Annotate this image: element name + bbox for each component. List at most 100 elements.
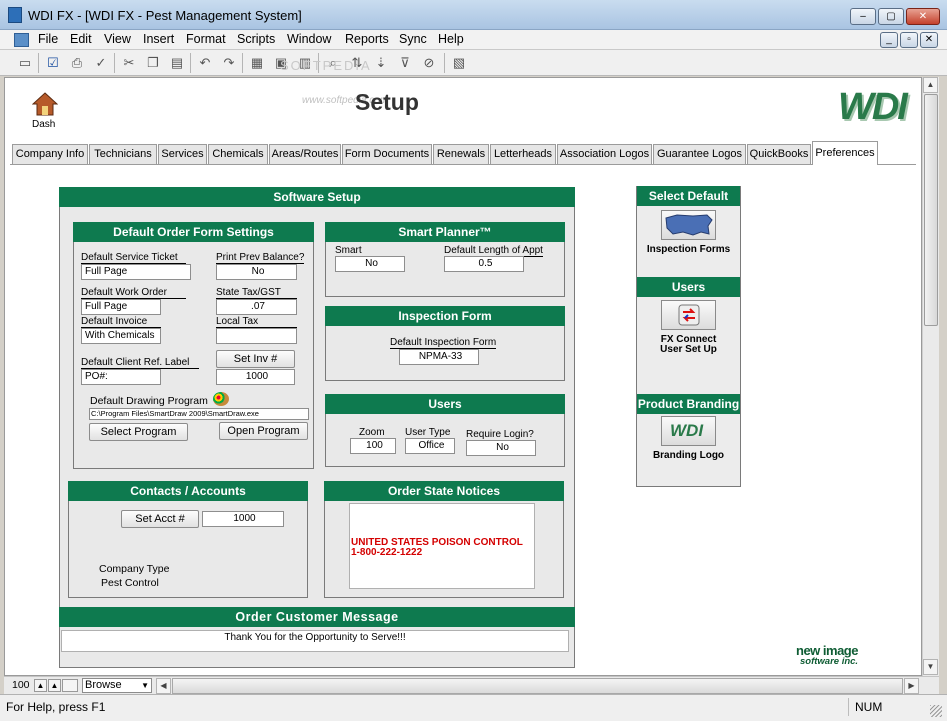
tab-technicians[interactable]: Technicians: [89, 144, 157, 164]
scroll-right-icon[interactable]: ▶: [904, 678, 919, 694]
tab-services[interactable]: Services: [158, 144, 207, 164]
menu-reports[interactable]: Reports: [341, 32, 393, 46]
omit-icon[interactable]: ⊘: [420, 54, 438, 72]
zoom-in-icon[interactable]: ▲: [48, 679, 61, 692]
inv-number-field[interactable]: 1000: [216, 369, 295, 385]
invoice-field[interactable]: With Chemicals: [81, 328, 161, 344]
close-button[interactable]: ✕: [906, 8, 940, 25]
window-title: WDI FX - [WDI FX - Pest Management Syste…: [28, 8, 302, 23]
set-inv-button[interactable]: Set Inv #: [216, 350, 295, 368]
menu-edit[interactable]: Edit: [66, 32, 96, 46]
print-prev-balance-field[interactable]: No: [216, 264, 297, 280]
minimize-button[interactable]: –: [850, 8, 876, 25]
users-settings-title: Users: [325, 394, 565, 414]
new-layout-icon[interactable]: ▦: [248, 54, 266, 72]
tab-chemicals[interactable]: Chemicals: [208, 144, 268, 164]
bottom-bar: 100 ▲ ▲ Browse ▼ ◀ ▶: [4, 676, 939, 694]
maximize-button[interactable]: ▢: [878, 8, 904, 25]
app-icon[interactable]: [8, 7, 22, 23]
open-program-button[interactable]: Open Program: [219, 422, 308, 440]
service-ticket-field[interactable]: Full Page: [81, 264, 191, 280]
fx-connect-button[interactable]: [661, 300, 716, 330]
select-program-button[interactable]: Select Program: [89, 423, 188, 441]
branding-logo-button[interactable]: WDI: [661, 416, 716, 446]
user-type-field[interactable]: Office: [405, 438, 455, 454]
menu-help[interactable]: Help: [434, 32, 468, 46]
scroll-up-icon[interactable]: ▲: [923, 77, 938, 93]
menu-bar: File Edit View Insert Format Scripts Win…: [0, 30, 947, 50]
mdi-restore-button[interactable]: ▫: [900, 32, 918, 48]
menu-view[interactable]: View: [100, 32, 135, 46]
customer-message-field[interactable]: Thank You for the Opportunity to Serve!!…: [61, 630, 569, 652]
inspection-form-label: Default Inspection Form: [390, 337, 497, 349]
palette-icon[interactable]: [213, 392, 229, 406]
branding-logo-icon: WDI: [670, 421, 704, 440]
appt-length-field[interactable]: 0.5: [444, 256, 524, 272]
require-login-field[interactable]: No: [466, 440, 536, 456]
mode-select[interactable]: Browse ▼: [82, 678, 152, 693]
menu-window[interactable]: Window: [283, 32, 335, 46]
menu-scripts[interactable]: Scripts: [233, 32, 279, 46]
redo-icon[interactable]: ↷: [220, 54, 238, 72]
tab-quickbooks[interactable]: QuickBooks: [747, 144, 811, 164]
scroll-left-icon[interactable]: ◀: [156, 678, 171, 694]
set-acct-button[interactable]: Set Acct #: [121, 510, 199, 528]
client-ref-field[interactable]: PO#:: [81, 369, 161, 385]
tab-form-documents[interactable]: Form Documents: [342, 144, 432, 164]
zoom-field[interactable]: 100: [350, 438, 396, 454]
zoom-out-icon[interactable]: ▲: [34, 679, 47, 692]
toolbar-separator: [242, 53, 243, 73]
menu-sync[interactable]: Sync: [395, 32, 431, 46]
tab-company-info[interactable]: Company Info: [12, 144, 88, 164]
mdi-close-button[interactable]: ✕: [920, 32, 938, 48]
inspection-forms-button[interactable]: [661, 210, 716, 240]
inspection-form-field[interactable]: NPMA-33: [399, 349, 479, 365]
new-image-logo: new image software inc.: [796, 643, 876, 669]
paste-icon[interactable]: ▤: [168, 54, 186, 72]
title-bar: WDI FX - [WDI FX - Pest Management Syste…: [0, 0, 947, 30]
print-icon[interactable]: ⎙: [68, 54, 86, 72]
acct-number-field[interactable]: 1000: [202, 511, 284, 527]
spellcheck-icon[interactable]: ✓: [92, 54, 110, 72]
copy-icon[interactable]: ❐: [144, 54, 162, 72]
document-icon[interactable]: [14, 33, 29, 47]
horizontal-scroll-track[interactable]: [172, 678, 903, 694]
zoom-level[interactable]: 100: [12, 679, 30, 691]
mdi-minimize-button[interactable]: _: [880, 32, 898, 48]
dash-button[interactable]: Dash: [28, 92, 62, 132]
filter-icon[interactable]: ⊽: [396, 54, 414, 72]
menu-format[interactable]: Format: [182, 32, 230, 46]
inspection-form-title: Inspection Form: [325, 306, 565, 326]
new-record-icon[interactable]: ▭: [16, 54, 34, 72]
tab-preferences[interactable]: Preferences: [812, 141, 878, 165]
state-tax-field[interactable]: .07: [216, 299, 297, 315]
undo-icon[interactable]: ↶: [196, 54, 214, 72]
checkbox-icon[interactable]: ☑: [44, 54, 62, 72]
scroll-thumb[interactable]: [924, 94, 938, 326]
product-branding-title: Product Branding: [637, 394, 740, 414]
drawing-program-path[interactable]: C:\Program Files\SmartDraw 2009\SmartDra…: [89, 408, 309, 420]
tab-strip-line: [10, 164, 916, 165]
tab-areas-routes[interactable]: Areas/Routes: [269, 144, 341, 164]
tab-association-logos[interactable]: Association Logos: [557, 144, 652, 164]
local-tax-label: Local Tax: [216, 316, 297, 328]
cut-icon[interactable]: ✂: [120, 54, 138, 72]
contacts-title: Contacts / Accounts: [68, 481, 308, 501]
toolbar-separator: [38, 53, 39, 73]
tab-letterheads[interactable]: Letterheads: [490, 144, 556, 164]
smart-planner-field[interactable]: No: [335, 256, 405, 272]
tab-guarantee-logos[interactable]: Guarantee Logos: [653, 144, 746, 164]
scroll-down-icon[interactable]: ▼: [923, 659, 938, 675]
work-order-field[interactable]: Full Page: [81, 299, 161, 315]
resize-grip-icon[interactable]: [930, 705, 942, 717]
script-icon[interactable]: ▧: [450, 54, 468, 72]
status-num: NUM: [855, 700, 883, 714]
sort-down-icon[interactable]: ⇣: [372, 54, 390, 72]
local-tax-field[interactable]: [216, 328, 297, 344]
menu-file[interactable]: File: [34, 32, 62, 46]
menu-insert[interactable]: Insert: [139, 32, 178, 46]
vertical-scrollbar[interactable]: ▲ ▼: [922, 77, 939, 676]
status-area-icon[interactable]: [62, 679, 78, 692]
state-notices-title: Order State Notices: [324, 481, 564, 501]
tab-renewals[interactable]: Renewals: [433, 144, 489, 164]
